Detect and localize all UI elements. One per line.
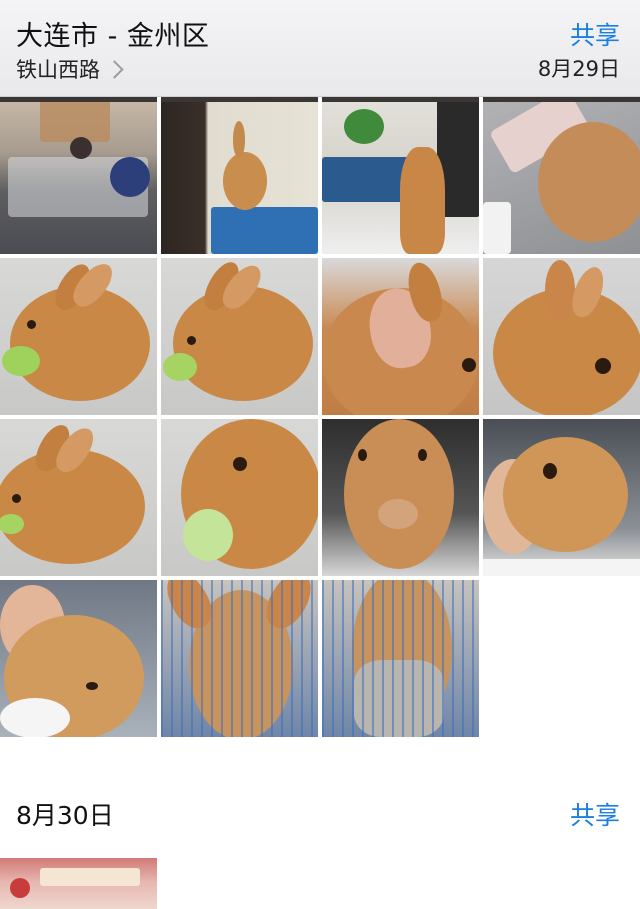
photo-thumbnail[interactable] (0, 97, 157, 254)
moment-date-heading: 8月30日 (16, 801, 114, 830)
empty-grid-cell (483, 580, 640, 737)
photo-thumbnail[interactable] (322, 580, 479, 737)
share-button[interactable]: 共享 (570, 796, 620, 832)
moment-date: 8月29日 (537, 57, 620, 81)
photo-grid (0, 97, 640, 737)
photo-thumbnail[interactable] (161, 580, 318, 737)
photo-thumbnail[interactable] (0, 580, 157, 737)
location-subtitle: 铁山西路 (16, 58, 100, 82)
photo-thumbnail[interactable] (161, 419, 318, 576)
photo-thumbnail[interactable] (483, 419, 640, 576)
share-button[interactable]: 共享 (570, 16, 620, 52)
photo-thumbnail[interactable] (0, 419, 157, 576)
photo-thumbnail[interactable] (322, 419, 479, 576)
photo-thumbnail[interactable] (0, 258, 157, 415)
photo-thumbnail[interactable] (483, 97, 640, 254)
photos-moments-view: 大连市 - 金州区 铁山西路 共享 8月29日 8月30日 共享 (0, 0, 640, 909)
photo-thumbnail[interactable] (161, 97, 318, 254)
photo-thumbnail[interactable] (483, 258, 640, 415)
location-title[interactable]: 大连市 - 金州区 (16, 14, 209, 53)
moment-header: 大连市 - 金州区 铁山西路 共享 8月29日 (0, 0, 640, 97)
location-subtitle-link[interactable]: 铁山西路 (16, 54, 124, 84)
photo-thumbnail[interactable] (322, 258, 479, 415)
photo-thumbnail[interactable] (322, 97, 479, 254)
photo-thumbnail[interactable] (161, 258, 318, 415)
chevron-right-icon (105, 60, 124, 79)
photo-thumbnail[interactable] (0, 858, 157, 909)
